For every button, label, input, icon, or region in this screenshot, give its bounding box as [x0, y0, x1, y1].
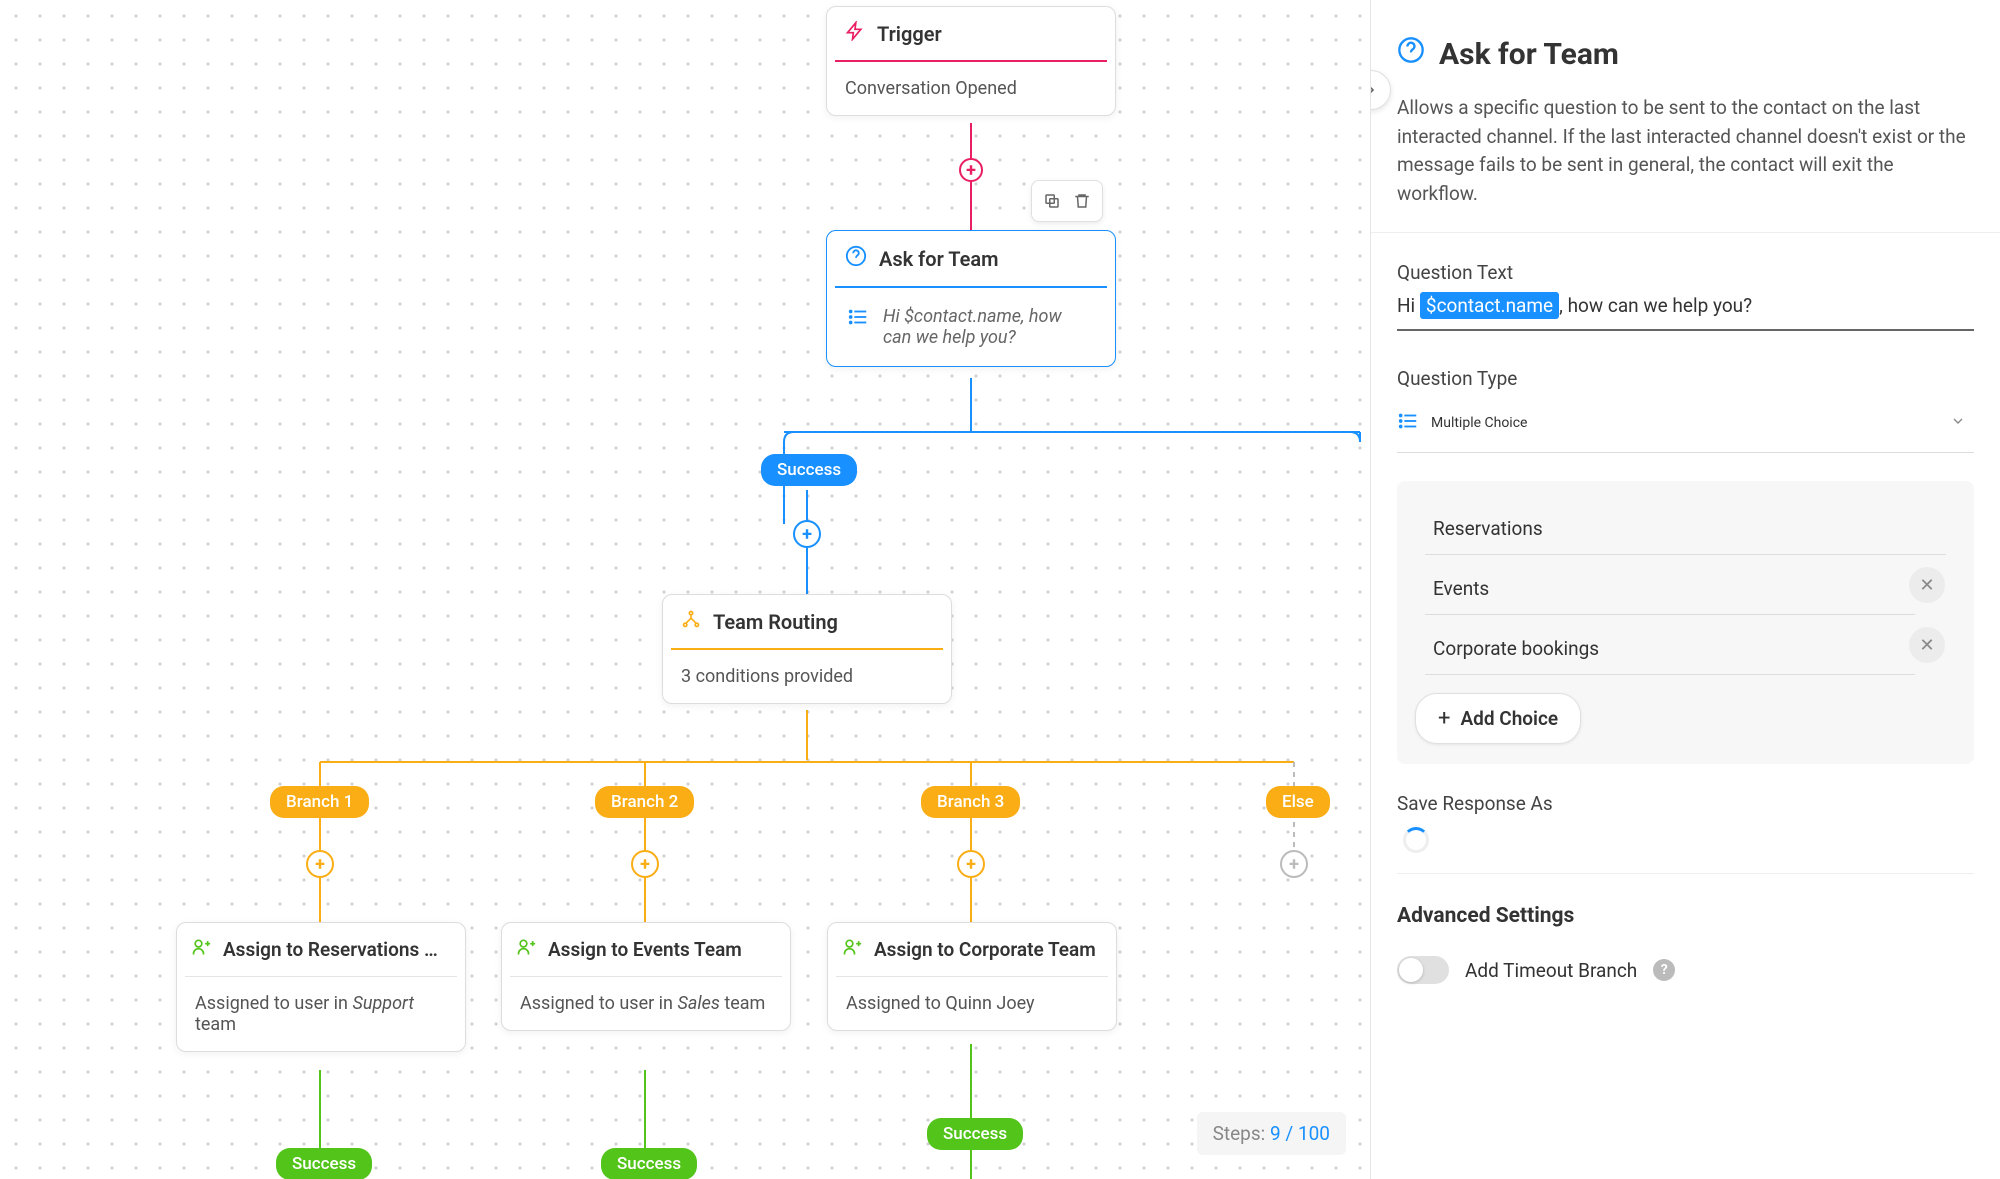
assign-title: Assign to Reservations …: [223, 938, 438, 961]
routing-subtitle: 3 conditions provided: [663, 650, 951, 703]
trigger-title: Trigger: [877, 22, 942, 46]
success-pill: Success: [601, 1148, 697, 1179]
add-step-button[interactable]: +: [1280, 850, 1308, 878]
routing-title: Team Routing: [713, 610, 838, 634]
remove-choice-button[interactable]: ✕: [1909, 567, 1945, 603]
copy-button[interactable]: [1038, 187, 1066, 215]
user-plus-icon: [516, 937, 536, 962]
assign-body: Assigned to Quinn Joey: [828, 977, 1116, 1030]
collapse-sidebar-button[interactable]: [1370, 70, 1391, 110]
loading-spinner-icon: [1403, 827, 1429, 853]
choices-container: Reservations Events ✕ Corporate bookings…: [1397, 481, 1974, 764]
success-pill: Success: [927, 1118, 1023, 1150]
add-step-button[interactable]: +: [959, 158, 983, 182]
save-response-select[interactable]: [1397, 825, 1974, 874]
workflow-canvas[interactable]: Trigger Conversation Opened + Ask for Te…: [0, 0, 1370, 1179]
branch-pill: Branch 1: [270, 786, 369, 818]
chevron-right-icon: [1370, 82, 1379, 98]
list-icon: [847, 306, 869, 333]
add-choice-button[interactable]: + Add Choice: [1415, 693, 1581, 744]
add-step-button[interactable]: +: [306, 850, 334, 878]
add-step-button[interactable]: +: [957, 850, 985, 878]
assign-node[interactable]: Assign to Reservations … Assigned to use…: [176, 922, 466, 1052]
bolt-icon: [845, 21, 865, 46]
add-step-button[interactable]: +: [631, 850, 659, 878]
question-text-input[interactable]: Hi $contact.name, how can we help you?: [1397, 294, 1974, 331]
question-type-label: Question Type: [1397, 367, 1974, 390]
success-pill: Success: [276, 1148, 372, 1179]
routing-node[interactable]: Team Routing 3 conditions provided: [662, 594, 952, 704]
question-icon: [845, 245, 867, 272]
remove-choice-button[interactable]: ✕: [1909, 627, 1945, 663]
variable-chip[interactable]: $contact.name: [1420, 292, 1559, 319]
advanced-settings-title: Advanced Settings: [1397, 904, 1974, 928]
timeout-label: Add Timeout Branch: [1465, 959, 1637, 982]
branch-pill: Branch 2: [595, 786, 694, 818]
question-type-value: Multiple Choice: [1431, 415, 1527, 431]
node-toolbar: [1031, 180, 1103, 222]
timeout-toggle[interactable]: [1397, 956, 1449, 984]
choice-input[interactable]: Reservations: [1425, 495, 1946, 555]
trigger-subtitle: Conversation Opened: [827, 62, 1115, 115]
delete-button[interactable]: [1068, 187, 1096, 215]
question-text-label: Question Text: [1397, 261, 1974, 284]
timeout-toggle-row: Add Timeout Branch ?: [1397, 956, 1974, 984]
steps-counter: Steps: 9 / 100: [1197, 1112, 1346, 1155]
else-pill: Else: [1266, 786, 1330, 818]
chevron-down-icon: [1950, 413, 1966, 433]
divider: [1371, 232, 2000, 233]
sidebar-title: Ask for Team: [1397, 36, 1974, 72]
choice-input[interactable]: Events: [1425, 555, 1915, 615]
branch-pill: Branch 3: [921, 786, 1020, 818]
assign-body: Assigned to user in Support team: [177, 977, 465, 1051]
user-plus-icon: [191, 937, 211, 962]
trigger-node[interactable]: Trigger Conversation Opened: [826, 6, 1116, 116]
choice-row[interactable]: Corporate bookings ✕: [1411, 615, 1960, 675]
question-type-select[interactable]: Multiple Choice: [1397, 400, 1974, 453]
choice-input[interactable]: Corporate bookings: [1425, 615, 1915, 675]
choice-row[interactable]: Reservations: [1411, 495, 1960, 555]
ask-question-node[interactable]: Ask for Team Hi $contact.name, how can w…: [826, 230, 1116, 367]
sidebar-description: Allows a specific question to be sent to…: [1397, 94, 1974, 208]
plus-icon: +: [1438, 706, 1450, 731]
save-response-label: Save Response As: [1397, 792, 1974, 815]
assign-body: Assigned to user in Sales team: [502, 977, 790, 1030]
success-pill: Success: [761, 454, 857, 486]
ask-question-text: Hi $contact.name, how can we help you?: [883, 306, 1093, 348]
assign-node[interactable]: Assign to Events Team Assigned to user i…: [501, 922, 791, 1031]
assign-title: Assign to Events Team: [548, 938, 742, 961]
ask-title: Ask for Team: [879, 247, 999, 271]
assign-title: Assign to Corporate Team: [874, 938, 1096, 961]
user-plus-icon: [842, 937, 862, 962]
branch-icon: [681, 609, 701, 634]
choice-row[interactable]: Events ✕: [1411, 555, 1960, 615]
list-icon: [1397, 410, 1419, 436]
add-step-button[interactable]: +: [793, 520, 821, 548]
assign-node[interactable]: Assign to Corporate Team Assigned to Qui…: [827, 922, 1117, 1031]
sidebar-panel: Ask for Team Allows a specific question …: [1370, 0, 2000, 1179]
question-icon: [1397, 36, 1425, 72]
help-icon[interactable]: ?: [1653, 959, 1675, 981]
